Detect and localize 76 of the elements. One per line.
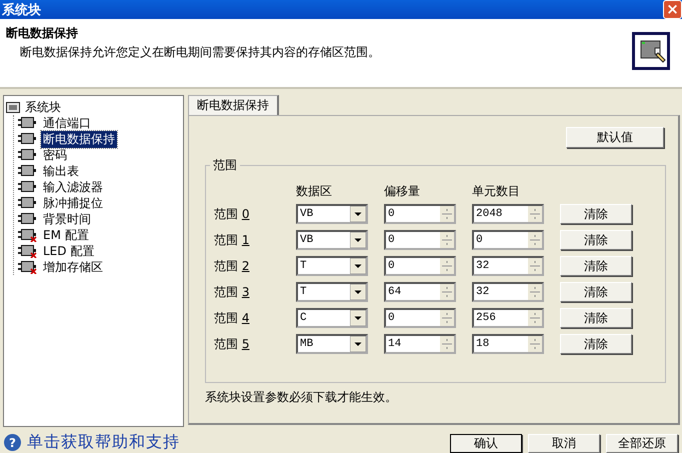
spinner-icon xyxy=(528,258,542,274)
help-link[interactable]: 单击获取帮助和支持 xyxy=(27,432,180,453)
spinner-icon xyxy=(528,284,542,300)
dialog-button[interactable]: 取消 xyxy=(528,434,600,453)
column-header: 数据区 xyxy=(296,184,333,198)
clear-button[interactable]: 清除 xyxy=(560,230,632,250)
section-title: 断电数据保持 xyxy=(6,25,79,42)
dialog-button[interactable]: 确认 xyxy=(450,434,522,453)
module-pencil-icon xyxy=(632,32,670,70)
spin-field[interactable]: 14 xyxy=(384,334,456,354)
section-description: 断电数据保持允许您定义在断电期间需要保持其内容的存储区范围。 xyxy=(19,44,380,61)
tree-item[interactable]: 背景时间 xyxy=(41,210,93,228)
tree-item[interactable]: 输出表 xyxy=(41,162,81,180)
spinner-icon xyxy=(528,336,542,352)
spinner-icon xyxy=(440,206,454,222)
spin-field[interactable]: 32 xyxy=(472,282,544,302)
range-label: 范围 1 xyxy=(213,232,250,248)
caret-icon xyxy=(350,206,366,222)
caret-icon xyxy=(350,232,366,248)
clear-button[interactable]: 清除 xyxy=(560,308,632,328)
clear-button[interactable]: 清除 xyxy=(560,282,632,302)
dropdown-field[interactable]: T xyxy=(296,282,368,302)
spinner-icon xyxy=(528,206,542,222)
spin-field[interactable]: 0 xyxy=(384,308,456,328)
tree-item[interactable]: 增加存储区 xyxy=(41,258,105,276)
spinner-icon xyxy=(528,232,542,248)
dialog-button[interactable]: 全部还原 xyxy=(606,434,678,453)
caret-icon xyxy=(350,336,366,352)
dropdown-field[interactable]: MB xyxy=(296,334,368,354)
dropdown-field[interactable]: VB xyxy=(296,230,368,250)
note-text: 系统块设置参数必须下载才能生效。 xyxy=(205,389,398,406)
spin-field[interactable]: 0 xyxy=(384,256,456,276)
tree-item[interactable]: LED 配置 xyxy=(41,242,96,260)
tree-item[interactable]: 通信端口 xyxy=(41,114,93,132)
clear-button[interactable]: 清除 xyxy=(560,334,632,354)
caret-icon xyxy=(350,284,366,300)
column-header: 单元数目 xyxy=(472,184,521,198)
window-title: 系统块 xyxy=(1,2,41,18)
dropdown-field[interactable]: T xyxy=(296,256,368,276)
spin-field[interactable]: 2048 xyxy=(472,204,544,224)
caret-icon xyxy=(350,258,366,274)
spin-field[interactable]: 18 xyxy=(472,334,544,354)
spinner-icon xyxy=(440,258,454,274)
tree-item[interactable]: 系统块 xyxy=(23,98,63,116)
dropdown-field[interactable]: VB xyxy=(296,204,368,224)
spinner-icon xyxy=(440,310,454,326)
range-label: 范围 0 xyxy=(213,206,250,222)
tree-item[interactable]: 输入滤波器 xyxy=(41,178,105,196)
spin-field[interactable]: 256 xyxy=(472,308,544,328)
dropdown-field[interactable]: C xyxy=(296,308,368,328)
range-label: 范围 2 xyxy=(213,258,250,274)
spinner-icon xyxy=(440,232,454,248)
range-label: 范围 5 xyxy=(213,336,250,352)
spinner-icon xyxy=(440,336,454,352)
tab[interactable]: 断电数据保持 xyxy=(188,95,279,115)
range-label: 范围 4 xyxy=(213,310,250,326)
tree-item[interactable]: 脉冲捕捉位 xyxy=(41,194,105,212)
column-header: 偏移量 xyxy=(384,184,421,198)
tree-item[interactable]: 密码 xyxy=(41,146,69,164)
spinner-icon xyxy=(528,310,542,326)
group-title: 范围 xyxy=(212,157,238,174)
spin-field[interactable]: 32 xyxy=(472,256,544,276)
range-label: 范围 3 xyxy=(213,284,250,300)
close-button[interactable]: × xyxy=(663,0,682,19)
help-icon: ? xyxy=(4,434,21,451)
tree-item[interactable]: EM 配置 xyxy=(41,226,91,244)
tree-item[interactable]: 断电数据保持 xyxy=(41,130,117,148)
spin-field[interactable]: 0 xyxy=(384,230,456,250)
caret-icon xyxy=(350,310,366,326)
spin-field[interactable]: 64 xyxy=(384,282,456,302)
spin-field[interactable]: 0 xyxy=(472,230,544,250)
default-button[interactable]: 默认值 xyxy=(566,127,664,148)
spinner-icon xyxy=(440,284,454,300)
spin-field[interactable]: 0 xyxy=(384,204,456,224)
clear-button[interactable]: 清除 xyxy=(560,204,632,224)
clear-button[interactable]: 清除 xyxy=(560,256,632,276)
